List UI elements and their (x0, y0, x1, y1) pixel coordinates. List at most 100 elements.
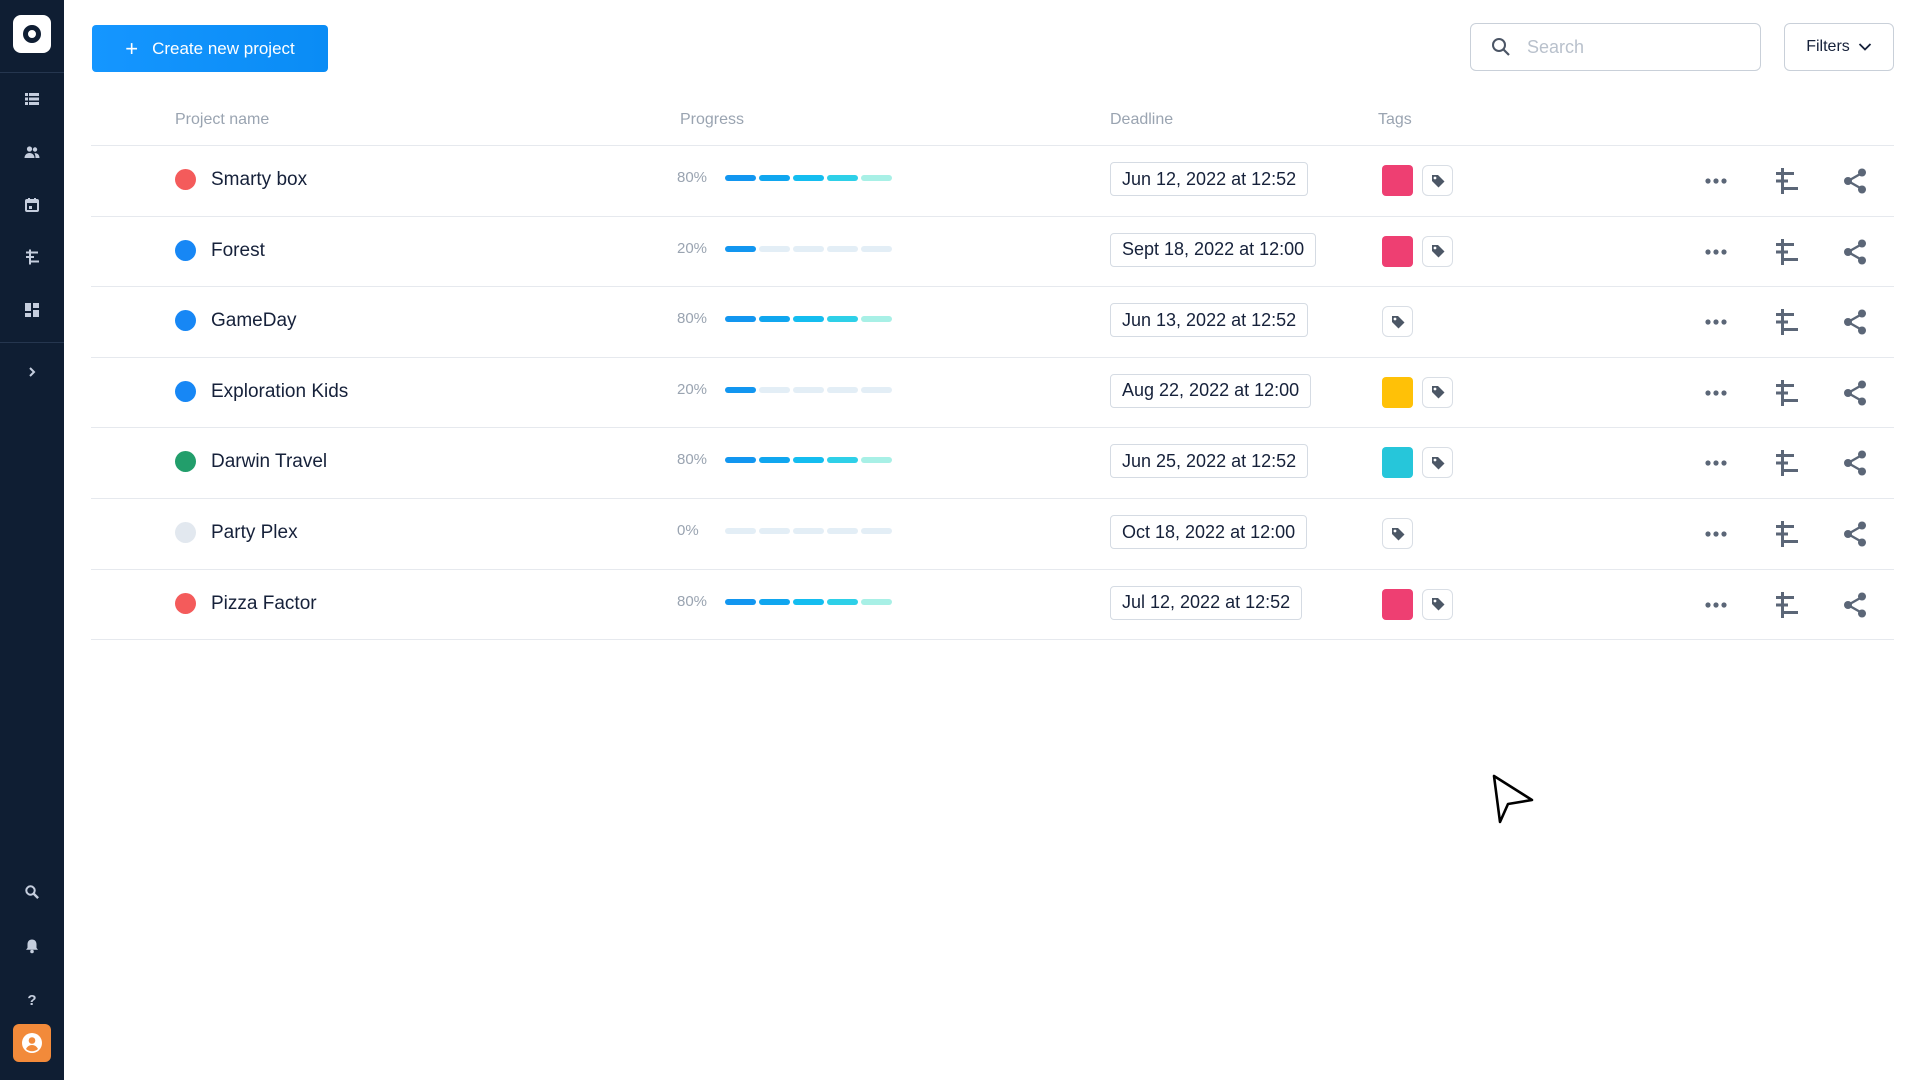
share-icon[interactable] (1840, 237, 1870, 267)
progress-segment (725, 175, 756, 181)
timeline-view-icon[interactable] (1771, 378, 1801, 408)
list-icon[interactable] (16, 83, 48, 115)
create-project-label: Create new project (152, 38, 295, 58)
project-name[interactable]: Darwin Travel (211, 451, 327, 473)
tag-icon[interactable] (1382, 306, 1413, 338)
timeline-icon[interactable] (16, 241, 48, 273)
more-options-icon[interactable] (1701, 307, 1731, 337)
more-options-icon[interactable] (1701, 378, 1731, 408)
tag-icon[interactable] (1422, 447, 1453, 479)
share-icon[interactable] (1840, 307, 1870, 337)
deadline-field[interactable]: Jun 13, 2022 at 12:52 (1110, 303, 1309, 338)
column-header-tags[interactable]: Tags (1378, 111, 1412, 129)
timeline-view-icon[interactable] (1771, 519, 1801, 549)
more-options-icon[interactable] (1701, 237, 1731, 267)
tag-color-swatch[interactable] (1382, 165, 1413, 196)
share-icon[interactable] (1840, 448, 1870, 478)
project-name[interactable]: Party Plex (211, 522, 298, 544)
progress-segment (759, 457, 790, 464)
progress-bar (725, 175, 892, 181)
bell-icon[interactable] (16, 930, 48, 962)
timeline-view-icon[interactable] (1771, 237, 1801, 267)
progress-segment (827, 386, 858, 393)
tag-color-swatch[interactable] (1382, 235, 1413, 267)
sidebar: ? (0, 0, 64, 1080)
table-row[interactable]: Darwin Travel 80% Jun 25, 2022 at 12:52 (91, 427, 1894, 497)
more-options-icon[interactable] (1701, 448, 1731, 478)
project-name[interactable]: Exploration Kids (211, 381, 348, 403)
table-row[interactable]: GameDay 80% Jun 13, 2022 at 12:52 (91, 286, 1894, 356)
progress-segment (725, 528, 756, 534)
timeline-view-icon[interactable] (1771, 448, 1801, 478)
project-name[interactable]: Forest (211, 240, 265, 262)
search-icon[interactable] (16, 876, 48, 908)
table-row[interactable]: Exploration Kids 20% Aug 22, 2022 at 12:00 (91, 357, 1894, 427)
create-project-button[interactable]: + Create new project (92, 25, 328, 72)
progress-segment (759, 316, 790, 323)
deadline-field[interactable]: Jul 12, 2022 at 12:52 (1110, 585, 1303, 620)
progress-segment (793, 316, 824, 323)
deadline-field[interactable]: Oct 18, 2022 at 12:00 (1110, 515, 1308, 549)
svg-text:?: ? (27, 992, 36, 1007)
tag-icon[interactable] (1422, 235, 1453, 267)
progress-segment (725, 316, 756, 323)
more-options-icon[interactable] (1701, 590, 1731, 620)
progress-segment (793, 457, 824, 464)
tag-color-swatch[interactable] (1382, 588, 1413, 620)
progress-segment (759, 245, 790, 252)
tag-color-swatch[interactable] (1382, 376, 1413, 408)
share-icon[interactable] (1840, 519, 1870, 549)
progress-segment (827, 316, 858, 323)
search-field[interactable] (1470, 23, 1761, 71)
deadline-field[interactable]: Sept 18, 2022 at 12:00 (1110, 232, 1317, 267)
calendar-icon[interactable] (16, 189, 48, 221)
progress-segment (725, 386, 756, 393)
progress-segment (793, 598, 824, 605)
project-name[interactable]: Smarty box (211, 169, 307, 191)
progress-percent: 80% (677, 169, 708, 186)
deadline-field[interactable]: Jun 25, 2022 at 12:52 (1110, 444, 1309, 479)
app-logo[interactable] (13, 15, 51, 53)
search-input[interactable] (1525, 35, 1749, 59)
tag-icon[interactable] (1422, 588, 1453, 620)
chevron-down-icon (1858, 43, 1871, 51)
more-options-icon[interactable] (1701, 519, 1731, 549)
timeline-view-icon[interactable] (1771, 307, 1801, 337)
filters-button[interactable]: Filters (1784, 23, 1894, 71)
expand-chevron-icon[interactable] (16, 356, 48, 388)
column-header-project-name[interactable]: Project name (175, 111, 269, 129)
tag-icon[interactable] (1422, 165, 1453, 196)
table-row[interactable]: Pizza Factor 80% Jul 12, 2022 at 12:52 (91, 569, 1894, 639)
dashboard-icon[interactable] (16, 294, 48, 326)
progress-segment (793, 386, 824, 393)
progress-bar (725, 528, 892, 534)
sidebar-divider (0, 72, 64, 73)
search-icon (1492, 38, 1510, 56)
progress-percent: 80% (677, 310, 708, 328)
help-icon[interactable]: ? (16, 983, 48, 1015)
column-header-progress[interactable]: Progress (680, 111, 744, 129)
progress-percent: 0% (677, 522, 699, 539)
progress-segment (725, 457, 756, 464)
progress-segment (759, 528, 790, 534)
tag-icon[interactable] (1382, 518, 1413, 549)
share-icon[interactable] (1840, 166, 1870, 196)
table-row[interactable]: Smarty box 80% Jun 12, 2022 at 12:52 (91, 145, 1894, 215)
project-name[interactable]: Pizza Factor (211, 593, 317, 615)
table-row[interactable]: Forest 20% Sept 18, 2022 at 12:00 (91, 216, 1894, 286)
timeline-view-icon[interactable] (1771, 590, 1801, 620)
column-header-deadline[interactable]: Deadline (1110, 111, 1173, 129)
tag-color-swatch[interactable] (1382, 447, 1413, 479)
tag-icon[interactable] (1422, 376, 1453, 408)
deadline-field[interactable]: Jun 12, 2022 at 12:52 (1110, 162, 1309, 196)
team-icon[interactable] (16, 136, 48, 168)
more-options-icon[interactable] (1701, 166, 1731, 196)
share-icon[interactable] (1840, 590, 1870, 620)
status-dot (175, 239, 196, 261)
deadline-field[interactable]: Aug 22, 2022 at 12:00 (1110, 373, 1312, 408)
user-avatar-icon[interactable] (13, 1024, 51, 1062)
project-name[interactable]: GameDay (211, 310, 297, 332)
table-row[interactable]: Party Plex 0% Oct 18, 2022 at 12:00 (91, 498, 1894, 568)
share-icon[interactable] (1840, 378, 1870, 408)
timeline-view-icon[interactable] (1771, 166, 1801, 196)
